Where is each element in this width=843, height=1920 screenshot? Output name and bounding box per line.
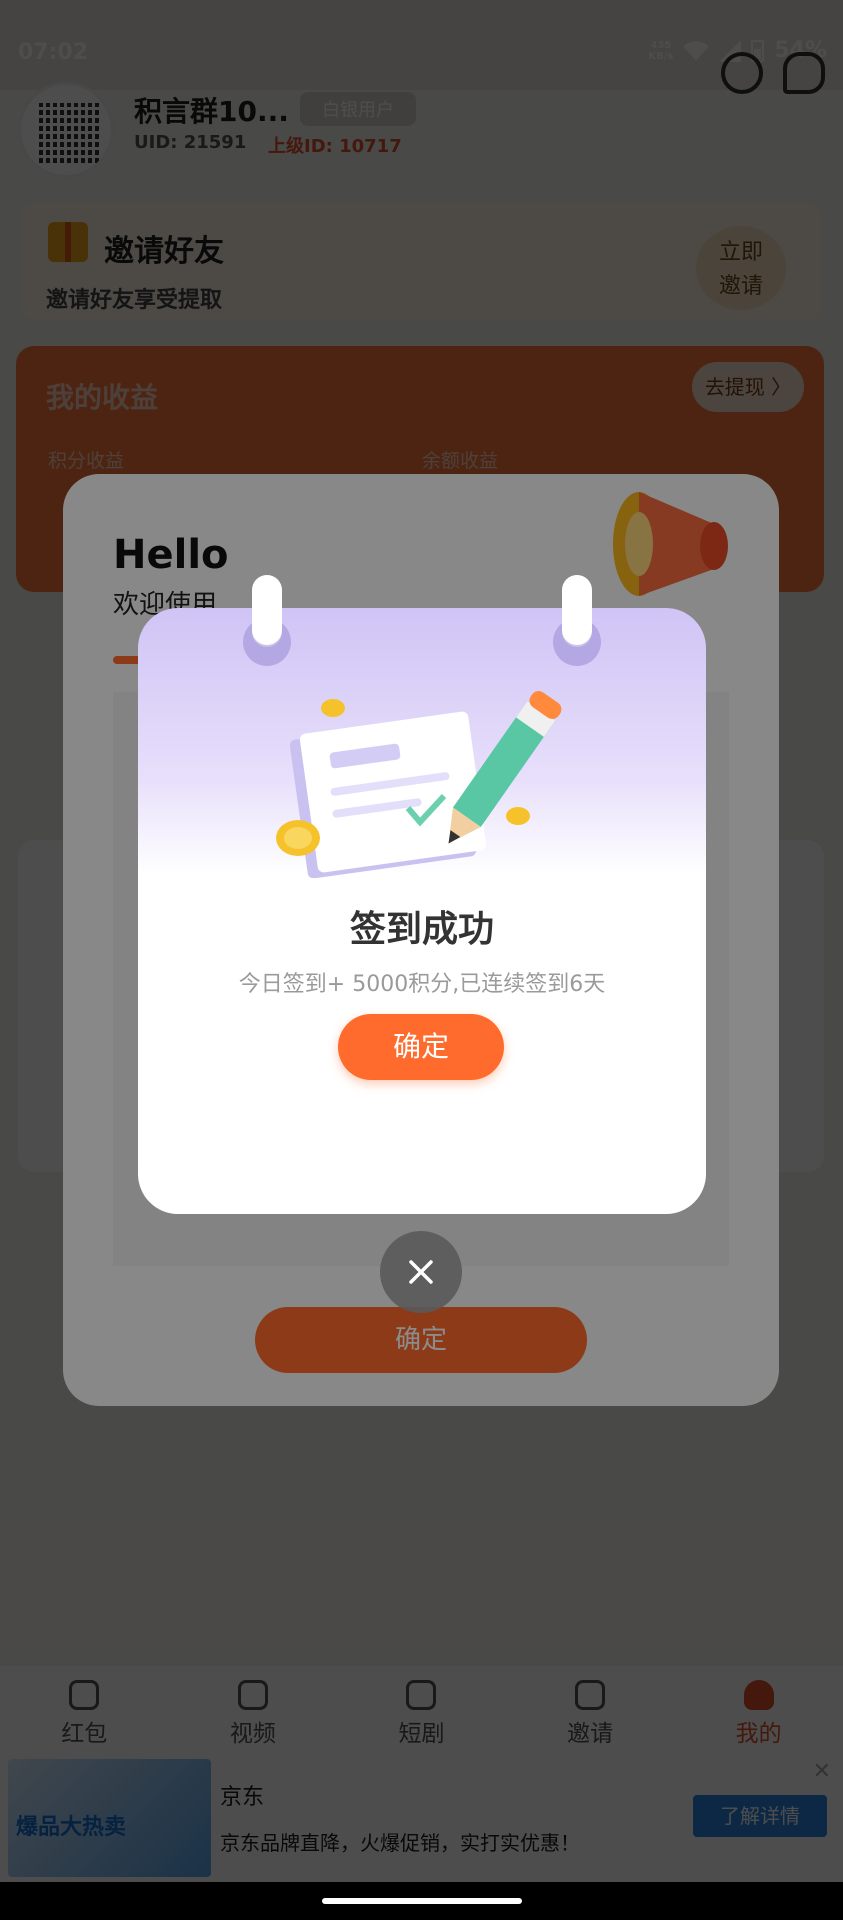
binder-ring-left: [252, 575, 282, 645]
dialog-close-button[interactable]: [380, 1231, 462, 1313]
binder-ring-right: [562, 575, 592, 645]
close-icon: [409, 1260, 433, 1284]
sign-in-success-title: 签到成功: [349, 909, 494, 950]
sign-in-confirm-button[interactable]: 确定: [338, 1014, 504, 1080]
sign-in-success-dialog: 签到成功 今日签到+ 5000积分,已连续签到6天 确定: [138, 608, 706, 1214]
sign-in-message: 今日签到+ 5000积分,已连续签到6天: [238, 972, 606, 997]
notepad-pencil-illustration: [276, 691, 562, 878]
home-gesture-bar[interactable]: [322, 1898, 522, 1904]
